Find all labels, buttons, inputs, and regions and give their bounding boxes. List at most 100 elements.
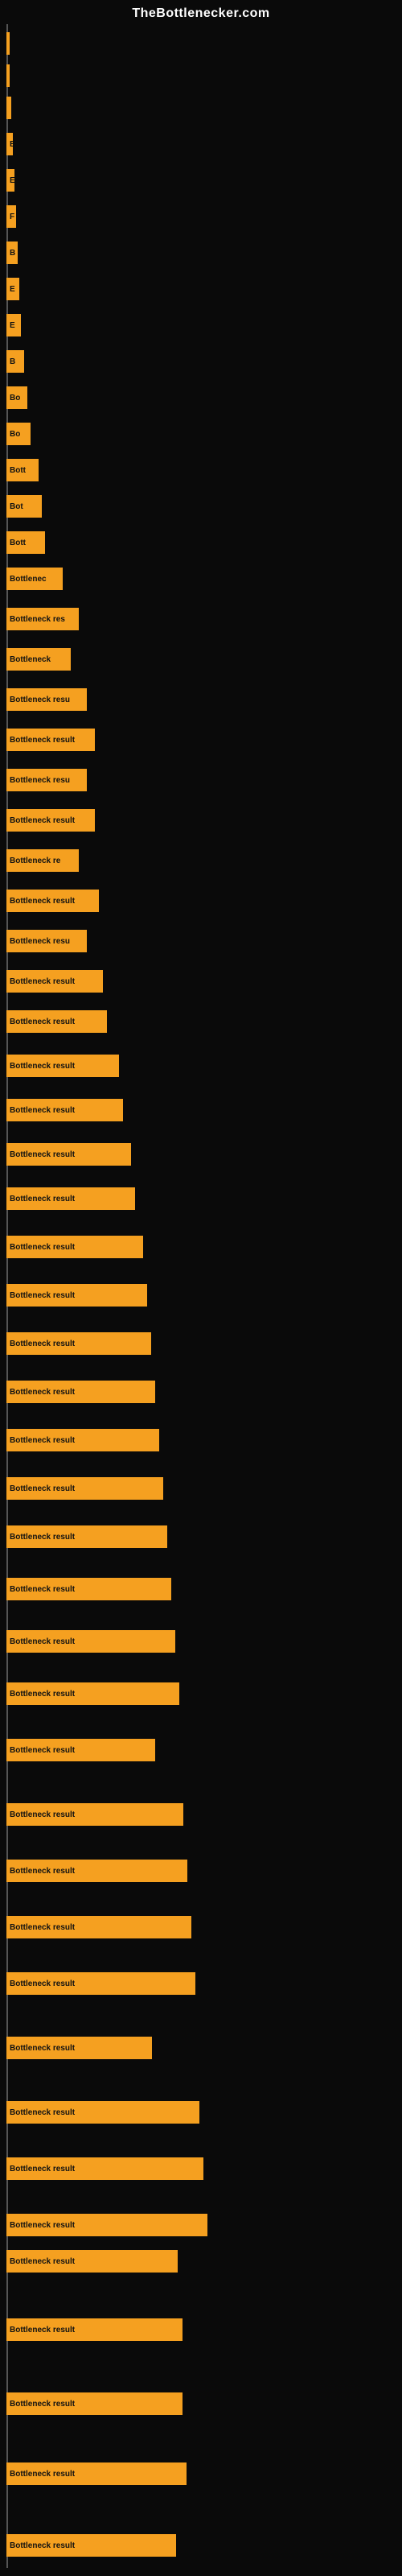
bar-item: Bottleneck result bbox=[6, 1630, 175, 1653]
bar-item: Bottleneck result bbox=[6, 1972, 195, 1995]
bar-item: Bot bbox=[6, 495, 42, 518]
bar-item: E bbox=[6, 169, 14, 192]
bar-label: Bo bbox=[10, 394, 20, 402]
bar-label: E bbox=[10, 140, 13, 149]
bar-label: Bottleneck result bbox=[10, 1923, 75, 1932]
bar-item: Bottleneck result bbox=[6, 1803, 183, 1826]
bar-label: Bottleneck result bbox=[10, 1484, 75, 1493]
bar-label: Bottleneck result bbox=[10, 977, 75, 986]
bar-label: Bottleneck result bbox=[10, 2165, 75, 2174]
bar-item: Bottleneck result bbox=[6, 2534, 176, 2557]
bar-item: Bottleneck result bbox=[6, 1332, 151, 1355]
bar-label: Bottleneck result bbox=[10, 2257, 75, 2266]
bar-label: Bottleneck result bbox=[10, 2541, 75, 2550]
bar-label: Bottleneck result bbox=[10, 2470, 75, 2479]
bar-item: Bottleneck result bbox=[6, 2214, 207, 2236]
bar-item: Bottlenec bbox=[6, 568, 63, 590]
bar-item: Bottleneck bbox=[6, 648, 71, 671]
bar-label: Bottleneck result bbox=[10, 1746, 75, 1755]
bar-label: Bottleneck result bbox=[10, 2108, 75, 2117]
bar-item: Bottleneck result bbox=[6, 1099, 123, 1121]
bar-label: Bottleneck result bbox=[10, 1243, 75, 1252]
bar-label: E bbox=[10, 285, 15, 294]
bar-item: Bottleneck res bbox=[6, 608, 79, 630]
bar-item: Bottleneck result bbox=[6, 729, 95, 751]
bar-item bbox=[6, 32, 10, 55]
bar-item: Bottleneck result bbox=[6, 1143, 131, 1166]
bar-item: E bbox=[6, 278, 19, 300]
bar-label: Bottleneck re bbox=[10, 857, 60, 865]
bar-item: Bottleneck result bbox=[6, 1477, 163, 1500]
bar-label: Bottleneck result bbox=[10, 1637, 75, 1646]
bar-item: Bott bbox=[6, 459, 39, 481]
bar-label: Bottleneck result bbox=[10, 1018, 75, 1026]
bar-label: Bottleneck result bbox=[10, 1340, 75, 1348]
bar-label: Bottleneck result bbox=[10, 1810, 75, 1819]
bar-label: B bbox=[10, 357, 15, 366]
bar-item: F bbox=[6, 205, 16, 228]
bar-item: Bottleneck result bbox=[6, 1284, 147, 1307]
bar-item: Bottleneck result bbox=[6, 2157, 203, 2180]
bar-item: Bottleneck result bbox=[6, 890, 99, 912]
bar-item: Bottleneck result bbox=[6, 2392, 183, 2415]
bar-label: Bo bbox=[10, 430, 20, 439]
bar-item: Bottleneck result bbox=[6, 1429, 159, 1451]
bar-item: B bbox=[6, 350, 24, 373]
bar-label: Bottleneck result bbox=[10, 2044, 75, 2053]
bar-label: Bottleneck result bbox=[10, 1585, 75, 1594]
bar-item: Bottleneck result bbox=[6, 2101, 199, 2124]
bar-item: Bottleneck result bbox=[6, 1916, 191, 1938]
bar-label: Bottleneck result bbox=[10, 897, 75, 906]
bar-item: Bottleneck resu bbox=[6, 769, 87, 791]
bar-item: E bbox=[6, 314, 21, 336]
bar-label: Bottleneck res bbox=[10, 615, 65, 624]
bar-label: Bottleneck result bbox=[10, 1195, 75, 1203]
bar-item: Bottleneck result bbox=[6, 809, 95, 832]
bar-label: Bottleneck resu bbox=[10, 776, 70, 785]
bar-label: Bottleneck result bbox=[10, 1533, 75, 1542]
bar-item: Bottleneck result bbox=[6, 2250, 178, 2273]
bar-label: Bottleneck bbox=[10, 655, 51, 664]
bar-label: Bottleneck result bbox=[10, 2326, 75, 2334]
bar-label: Bot bbox=[10, 502, 23, 511]
chart-area: TheBottlenecker.com E E F B E E B Bo Bo Bott Bot Bo… bbox=[0, 0, 402, 2576]
bar-label: Bottleneck result bbox=[10, 1291, 75, 1300]
bar-item bbox=[6, 64, 10, 87]
bar-item: Bo bbox=[6, 423, 31, 445]
site-title: TheBottlenecker.com bbox=[0, 0, 402, 24]
bar-label: E bbox=[10, 176, 14, 185]
bar-label: Bottleneck result bbox=[10, 1867, 75, 1876]
bar-item: Bottleneck resu bbox=[6, 930, 87, 952]
bar-item: Bottleneck result bbox=[6, 1739, 155, 1761]
bar-item: Bottleneck resu bbox=[6, 688, 87, 711]
bar-label: B bbox=[10, 249, 15, 258]
bar-label: Bott bbox=[10, 539, 26, 547]
bar-label: F bbox=[10, 213, 14, 221]
bar-item: Bottleneck result bbox=[6, 1187, 135, 1210]
bar-item: Bottleneck result bbox=[6, 1682, 179, 1705]
bar-label: Bottleneck result bbox=[10, 736, 75, 745]
bar-label: Bottlenec bbox=[10, 575, 47, 584]
bar-label: Bottleneck resu bbox=[10, 937, 70, 946]
bar-item: E bbox=[6, 133, 13, 155]
bar-label: Bottleneck resu bbox=[10, 696, 70, 704]
bar-item: Bottleneck result bbox=[6, 1860, 187, 1882]
bar-item: B bbox=[6, 242, 18, 264]
bar-item: Bottleneck result bbox=[6, 2318, 183, 2341]
bar-item: Bottleneck result bbox=[6, 1236, 143, 1258]
bar-item: Bo bbox=[6, 386, 27, 409]
bar-label: Bottleneck result bbox=[10, 1388, 75, 1397]
bar-label: Bottleneck result bbox=[10, 816, 75, 825]
bar-label: Bottleneck result bbox=[10, 2400, 75, 2409]
bar-item: Bottleneck result bbox=[6, 1525, 167, 1548]
bar-label: Bottleneck result bbox=[10, 1062, 75, 1071]
bar-item: Bottleneck result bbox=[6, 1055, 119, 1077]
bar-label: Bottleneck result bbox=[10, 1436, 75, 1445]
bar-label: Bott bbox=[10, 466, 26, 475]
bar-item: Bottleneck re bbox=[6, 849, 79, 872]
bar-item: Bottleneck result bbox=[6, 1381, 155, 1403]
bar-label: Bottleneck result bbox=[10, 1106, 75, 1115]
bar-item: Bottleneck result bbox=[6, 2037, 152, 2059]
bar-label: Bottleneck result bbox=[10, 1150, 75, 1159]
bar-item: Bottleneck result bbox=[6, 2462, 187, 2485]
